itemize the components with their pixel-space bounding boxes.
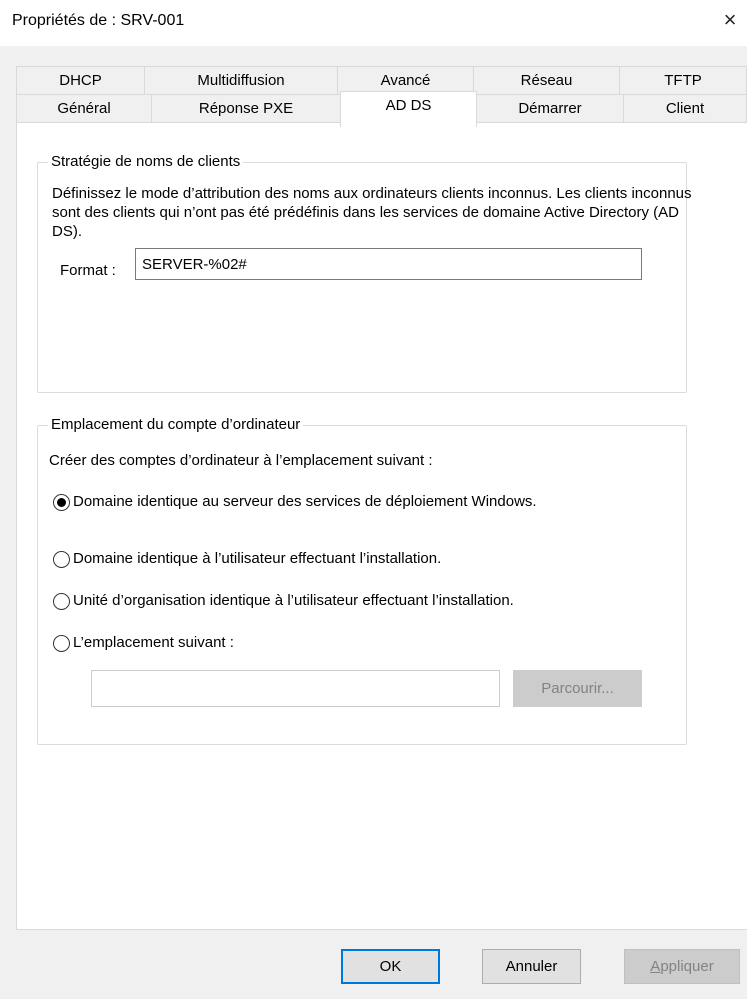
radio-label: L’emplacement suivant :	[73, 634, 234, 651]
browse-button[interactable]: Parcourir...	[513, 670, 642, 707]
radio-option-same-ou-as-user[interactable]: Unité d’organisation identique à l’utili…	[53, 591, 514, 610]
tab-ad-ds[interactable]: AD DS	[340, 91, 477, 127]
apply-label: ppliquer	[660, 958, 714, 975]
radio-option-same-domain-as-user[interactable]: Domaine identique à l’utilisateur effect…	[53, 549, 441, 568]
tab-tftp[interactable]: TFTP	[619, 66, 747, 95]
radio-button-selected[interactable]	[53, 494, 70, 511]
title-bar: Propriétés de : SRV-001 ×	[0, 0, 747, 46]
naming-policy-description: Définissez le mode d’attribution des nom…	[52, 185, 692, 240]
window-title: Propriétés de : SRV-001	[12, 12, 185, 29]
location-input[interactable]	[91, 670, 500, 707]
computer-account-location-group: Emplacement du compte d’ordinateur Créer…	[37, 416, 687, 745]
tab-panel-ad-ds: Stratégie de noms de clients Définissez …	[16, 122, 747, 930]
tab-demarrer[interactable]: Démarrer	[476, 94, 624, 123]
tab-client[interactable]: Client	[623, 94, 747, 123]
dialog-body: DHCP Multidiffusion Avancé Réseau TFTP G…	[0, 46, 747, 999]
account-location-intro: Créer des comptes d’ordinateur à l’empla…	[49, 452, 433, 469]
apply-button[interactable]: Appliquer	[624, 949, 740, 984]
tab-reseau[interactable]: Réseau	[473, 66, 620, 95]
ok-button[interactable]: OK	[341, 949, 440, 984]
radio-label: Domaine identique au serveur des service…	[73, 493, 537, 510]
radio-button[interactable]	[53, 593, 70, 610]
radio-button[interactable]	[53, 551, 70, 568]
client-naming-policy-legend: Stratégie de noms de clients	[48, 153, 244, 170]
radio-label: Domaine identique à l’utilisateur effect…	[73, 550, 442, 567]
tab-general[interactable]: Général	[16, 94, 152, 123]
radio-label: Unité d’organisation identique à l’utili…	[73, 592, 514, 609]
apply-mnemonic: A	[650, 958, 661, 975]
tab-dhcp[interactable]: DHCP	[16, 66, 145, 95]
account-location-legend: Emplacement du compte d’ordinateur	[48, 416, 304, 433]
radio-button[interactable]	[53, 635, 70, 652]
radio-option-same-domain-as-wds[interactable]: Domaine identique au serveur des service…	[53, 492, 613, 511]
tab-multidiffusion[interactable]: Multidiffusion	[144, 66, 338, 95]
format-label: Format :	[60, 262, 116, 279]
client-naming-policy-group: Stratégie de noms de clients Définissez …	[37, 153, 692, 393]
format-input[interactable]	[135, 248, 642, 280]
cancel-button[interactable]: Annuler	[482, 949, 581, 984]
tab-reponse-pxe[interactable]: Réponse PXE	[151, 94, 341, 123]
close-icon[interactable]: ×	[713, 4, 747, 36]
radio-option-following-location[interactable]: L’emplacement suivant :	[53, 633, 234, 652]
